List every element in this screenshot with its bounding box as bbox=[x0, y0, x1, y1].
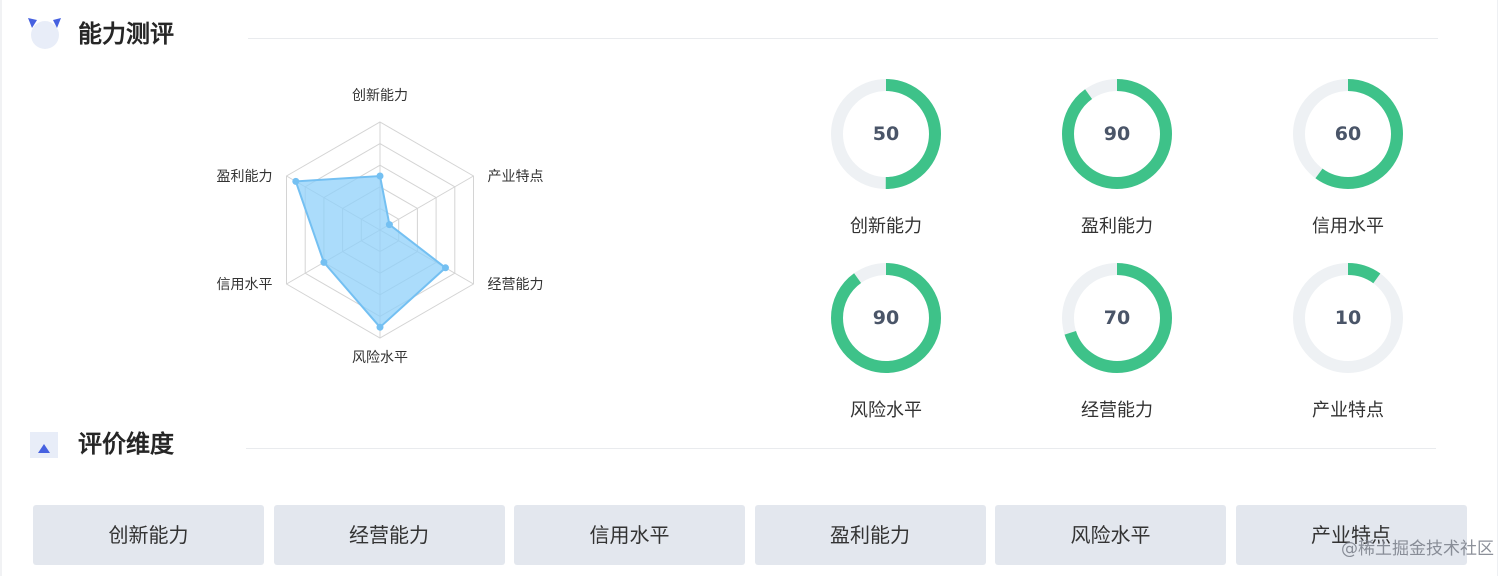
gauge-value: 10 bbox=[1334, 307, 1362, 329]
radar-data-point bbox=[442, 264, 449, 272]
radar-axis-line bbox=[379, 175, 474, 231]
gauge-label: 经营能力 bbox=[1081, 400, 1153, 421]
score-gauges: 50 创新能力 90 盈利能力 60 信用水平 90 风险水平 70 经营能力 10 产业特点 bbox=[770, 70, 1465, 426]
scrollbar-track[interactable] bbox=[1497, 0, 1512, 576]
radar-data-point bbox=[320, 258, 328, 266]
triangle-icon bbox=[30, 432, 58, 458]
gauge-value: 90 bbox=[872, 307, 900, 329]
page: 能力测评 创新能力 产业特点 经营能力 风险水平 信用水平 盈利能力 50 创新能力 90 盈利… bbox=[0, 0, 1512, 576]
ability-radar-chart: 创新能力产业特点经营能力风险水平 信用水平 盈利能力 bbox=[217, 88, 544, 366]
gauge-value: 50 bbox=[872, 123, 900, 145]
dimension-button[interactable]: 创新能力 bbox=[33, 505, 264, 565]
radar-data-point bbox=[292, 177, 300, 185]
gauge-label: 产业特点 bbox=[1312, 400, 1384, 421]
score-gauge: 90 盈利能力 bbox=[1001, 70, 1233, 254]
radar-axis-label: 产业特点 bbox=[488, 169, 544, 185]
gauge-value: 70 bbox=[1103, 307, 1131, 329]
gauge-value: 90 bbox=[1103, 123, 1131, 145]
score-gauge: 70 经营能力 bbox=[1001, 254, 1233, 438]
radar-axis-label: 信用水平 bbox=[217, 277, 273, 293]
score-gauge: 50 创新能力 bbox=[770, 70, 1002, 254]
gauge-label: 创新能力 bbox=[850, 216, 922, 237]
dimension-button[interactable]: 盈利能力 bbox=[754, 505, 986, 565]
radar-data-point bbox=[376, 172, 384, 180]
section-divider bbox=[246, 448, 1436, 449]
watermark: @稀土掘金技术社区 bbox=[1341, 539, 1494, 559]
left-border bbox=[0, 0, 2, 576]
radar-data-point bbox=[385, 221, 393, 229]
score-gauge: 90 风险水平 bbox=[770, 254, 1002, 438]
gauge-label: 风险水平 bbox=[850, 400, 922, 421]
gauge-value: 60 bbox=[1334, 123, 1362, 145]
section-title-assessment: 能力测评 bbox=[78, 20, 174, 48]
section-title-dimensions: 评价维度 bbox=[78, 430, 174, 458]
gauge-label: 盈利能力 bbox=[1081, 216, 1153, 237]
radar-axis-label: 风险水平 bbox=[352, 350, 408, 366]
gauge-label: 信用水平 bbox=[1312, 216, 1384, 237]
radar-series-area bbox=[294, 174, 448, 329]
dimension-button[interactable]: 信用水平 bbox=[514, 505, 745, 565]
radar-data-point bbox=[376, 323, 384, 331]
radar-axis-label: 经营能力 bbox=[488, 277, 544, 293]
score-gauge: 60 信用水平 bbox=[1232, 70, 1464, 254]
dimension-button-row: 创新能力 经营能力 信用水平 盈利能力 风险水平 产业特点 bbox=[33, 505, 1473, 565]
radar-axis-label: 创新能力 bbox=[352, 88, 408, 104]
radar-axis-label: 盈利能力 bbox=[217, 169, 273, 185]
dimension-button[interactable]: 经营能力 bbox=[273, 505, 505, 565]
score-gauge: 10 产业特点 bbox=[1232, 254, 1464, 438]
dimension-button[interactable]: 风险水平 bbox=[995, 505, 1226, 565]
cat-face-icon bbox=[28, 18, 61, 49]
section-divider bbox=[248, 38, 1438, 39]
